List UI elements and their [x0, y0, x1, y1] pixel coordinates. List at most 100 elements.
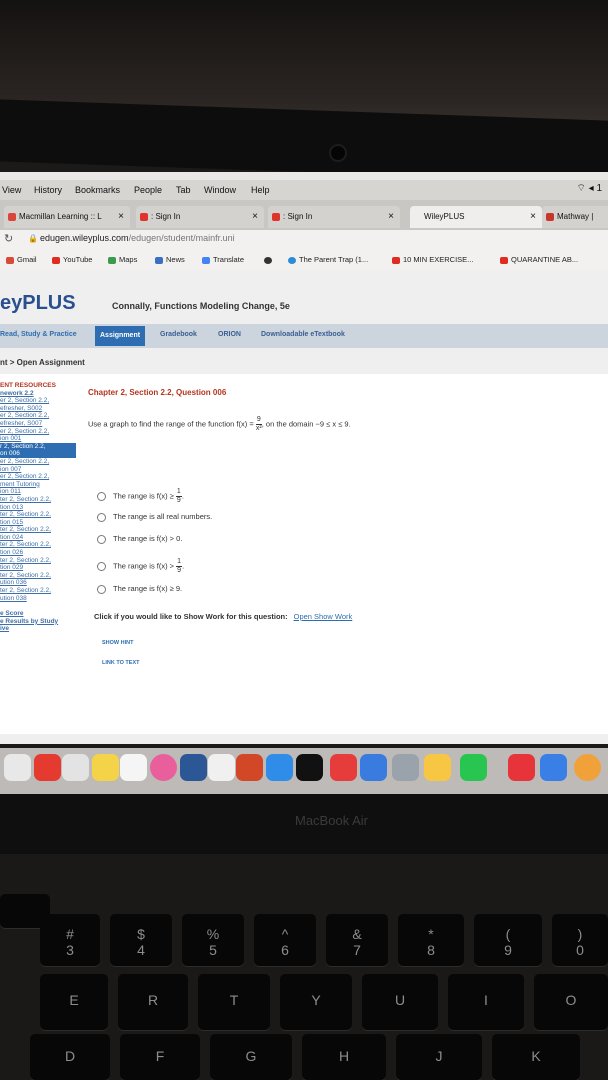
- bookmark-translate[interactable]: Translate: [202, 255, 244, 264]
- menu-bookmarks[interactable]: Bookmarks: [75, 185, 120, 195]
- radio-button[interactable]: [97, 512, 106, 522]
- key-4[interactable]: $ 4: [110, 914, 172, 966]
- link-to-text-button[interactable]: LINK TO TEXT: [102, 660, 139, 666]
- sidebar-item[interactable]: ion 001: [0, 435, 76, 443]
- close-icon[interactable]: ×: [118, 206, 124, 228]
- sidebar-item[interactable]: efresher, S002: [0, 405, 76, 413]
- nav-etextbook[interactable]: Downloadable eTextbook: [261, 331, 345, 338]
- bookmark-maps[interactable]: Maps: [108, 255, 137, 264]
- nav-gradebook[interactable]: Gradebook: [160, 331, 197, 338]
- tab-wileyplus[interactable]: WileyPLUS ×: [410, 206, 542, 228]
- sidebar-item[interactable]: er 2, Section 2.2,: [0, 397, 76, 405]
- sidebar-item[interactable]: ter 2, Section 2.2,: [0, 557, 76, 565]
- calendar-icon[interactable]: [62, 754, 89, 781]
- sidebar-item[interactable]: ter 2, Section 2.2,: [0, 496, 76, 504]
- tab-macmillan[interactable]: Macmillan Learning :: L ×: [4, 206, 130, 228]
- bookmark-parent-trap[interactable]: The Parent Trap (1...: [288, 255, 368, 264]
- nav-read-study-practice[interactable]: Read, Study & Practice: [0, 331, 77, 338]
- close-icon[interactable]: ×: [530, 206, 536, 228]
- sidebar-item[interactable]: ion 011: [0, 488, 76, 496]
- key-k[interactable]: K: [492, 1034, 580, 1080]
- key-9[interactable]: ( 9: [474, 914, 542, 966]
- key-i[interactable]: I: [448, 974, 524, 1030]
- zoom-icon[interactable]: [540, 754, 567, 781]
- sidebar-item[interactable]: er 2, Section 2.2,: [0, 412, 76, 420]
- key-3[interactable]: # 3: [40, 914, 100, 966]
- notes-icon[interactable]: [92, 754, 119, 781]
- key-u[interactable]: U: [362, 974, 438, 1030]
- powerpoint-icon[interactable]: [236, 754, 263, 781]
- sidebar-item[interactable]: ment Tutoring: [0, 481, 76, 489]
- nav-orion[interactable]: ORION: [218, 331, 241, 338]
- system-preferences-icon[interactable]: [392, 754, 419, 781]
- tab-sign-in-1[interactable]: : Sign In ×: [136, 206, 264, 228]
- menu-help[interactable]: Help: [251, 185, 270, 195]
- key-7[interactable]: & 7: [326, 914, 388, 966]
- safari-icon[interactable]: [360, 754, 387, 781]
- chrome-icon[interactable]: [34, 754, 61, 781]
- sidebar-item[interactable]: ter 2, Section 2.2,: [0, 541, 76, 549]
- key-g[interactable]: G: [210, 1034, 292, 1080]
- key-8[interactable]: * 8: [398, 914, 464, 966]
- sidebar-item[interactable]: nework 2.2: [0, 390, 76, 398]
- key-r[interactable]: R: [118, 974, 188, 1030]
- sidebar-link-score[interactable]: e Score: [0, 610, 76, 618]
- image-capture-icon[interactable]: [424, 754, 451, 781]
- photos-icon[interactable]: [120, 754, 147, 781]
- sidebar-item[interactable]: tion 015: [0, 519, 76, 527]
- sidebar-item[interactable]: tion 024: [0, 534, 76, 542]
- key-6[interactable]: ^ 6: [254, 914, 316, 966]
- menu-history[interactable]: History: [34, 185, 62, 195]
- menu-tab[interactable]: Tab: [176, 185, 191, 195]
- open-show-work-link[interactable]: Open Show Work: [294, 612, 353, 621]
- key-0[interactable]: ) 0: [552, 914, 608, 966]
- sidebar-link-results[interactable]: e Results by Study: [0, 618, 76, 626]
- sidebar-item[interactable]: efresher, S007: [0, 420, 76, 428]
- bookmark-generic-icon[interactable]: [264, 255, 275, 264]
- sidebar-item[interactable]: ter 2, Section 2.2,: [0, 526, 76, 534]
- bookmark-youtube[interactable]: YouTube: [52, 255, 92, 264]
- wifi-icon[interactable]: ⌔ ◂: [576, 183, 593, 194]
- key-d[interactable]: D: [30, 1034, 110, 1080]
- sidebar-item[interactable]: tion 026: [0, 549, 76, 557]
- answer-option-2[interactable]: The range is all real numbers.: [97, 512, 212, 522]
- url-text[interactable]: edugen.wileyplus.com/edugen/student/main…: [40, 233, 235, 243]
- sidebar-item[interactable]: tion 013: [0, 504, 76, 512]
- bookmark-gmail[interactable]: Gmail: [6, 255, 37, 264]
- sidebar-item[interactable]: er 2, Section 2.2,: [0, 428, 76, 436]
- bookmark-news[interactable]: News: [155, 255, 185, 264]
- sidebar-link-ive[interactable]: ive: [0, 625, 76, 633]
- sidebar-item[interactable]: ter 2, Section 2.2,: [0, 511, 76, 519]
- menu-window[interactable]: Window: [204, 185, 236, 195]
- key-y[interactable]: Y: [280, 974, 352, 1030]
- app-icon-round[interactable]: [574, 754, 601, 781]
- bookmark-10-min-exercise[interactable]: 10 MIN EXERCISE...: [392, 255, 473, 264]
- answer-option-5[interactable]: The range is f(x) ≥ 9.: [97, 584, 182, 594]
- close-icon[interactable]: ×: [388, 206, 394, 228]
- close-icon[interactable]: ×: [252, 206, 258, 228]
- answer-option-4[interactable]: The range is f(x) > 19.: [97, 558, 184, 575]
- apple-tv-icon[interactable]: [296, 754, 323, 781]
- answer-option-3[interactable]: The range is f(x) > 0.: [97, 534, 182, 544]
- sidebar-item[interactable]: ter 2, Section 2.2,: [0, 587, 76, 595]
- key-f[interactable]: F: [120, 1034, 200, 1080]
- menu-view[interactable]: View: [2, 185, 21, 195]
- sidebar-item[interactable]: ution 038: [0, 595, 76, 603]
- radio-button[interactable]: [97, 584, 106, 594]
- menu-people[interactable]: People: [134, 185, 162, 195]
- key-j[interactable]: J: [396, 1034, 482, 1080]
- sidebar-item[interactable]: tion 029: [0, 564, 76, 572]
- tab-mathway[interactable]: Mathway |: [542, 206, 608, 228]
- dictionary-icon[interactable]: [330, 754, 357, 781]
- answer-option-1[interactable]: The range is f(x) ≥ 19.: [97, 488, 184, 505]
- sidebar-item[interactable]: ution 036: [0, 579, 76, 587]
- key-o[interactable]: O: [534, 974, 608, 1030]
- address-bar[interactable]: ↻ 🔒 edugen.wileyplus.com/edugen/student/…: [0, 230, 608, 250]
- tab-sign-in-2[interactable]: : Sign In ×: [268, 206, 400, 228]
- sidebar-item-selected[interactable]: r 2, Section 2.2,: [0, 442, 76, 451]
- nav-assignment[interactable]: Assignment: [95, 326, 146, 346]
- app-store-icon[interactable]: [266, 754, 293, 781]
- radio-button[interactable]: [97, 492, 106, 501]
- sidebar-item-selected[interactable]: on 006: [0, 450, 76, 458]
- radio-button[interactable]: [97, 562, 106, 571]
